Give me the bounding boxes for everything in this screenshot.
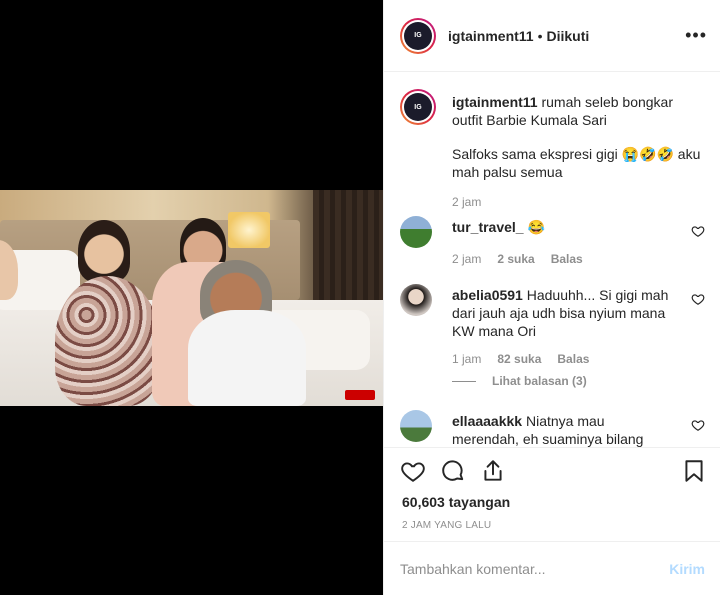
- more-options-icon[interactable]: •••: [685, 26, 707, 44]
- caption-text-2: Salfoks sama ekspresi gigi 😭🤣🤣 aku mah p…: [452, 146, 701, 180]
- like-heart-icon[interactable]: [400, 458, 426, 484]
- share-upload-icon[interactable]: [480, 458, 506, 484]
- comment-bubble-icon[interactable]: [440, 458, 466, 484]
- comment-meta: 2 jam 2 suka Balas: [452, 252, 583, 266]
- comment-time[interactable]: 2 jam: [452, 252, 481, 266]
- add-comment-bar: Kirim: [384, 541, 720, 595]
- like-comment-heart-icon[interactable]: [691, 418, 705, 432]
- caption-time[interactable]: 2 jam: [452, 195, 481, 209]
- author-username[interactable]: igtainment11: [448, 28, 534, 44]
- post-header: IG igtainment11 • Diikuti •••: [384, 0, 720, 72]
- video-person-woman-head: [78, 220, 130, 282]
- comment-avatar[interactable]: [400, 410, 432, 442]
- comment-input[interactable]: [400, 560, 670, 577]
- caption-text-block: igtainment11 rumah seleb bongkar outfit …: [452, 93, 702, 181]
- view-replies-label: Lihat balasan (3): [492, 374, 587, 388]
- replies-divider: [452, 380, 476, 382]
- comment-avatar[interactable]: [400, 216, 432, 248]
- comments-scroll[interactable]: IG igtainment11 rumah seleb bongkar outf…: [384, 73, 720, 447]
- follow-button[interactable]: Diikuti: [547, 28, 590, 44]
- post-actions: 60,603 tayangan 2 JAM YANG LALU: [384, 447, 720, 537]
- header-separator: •: [537, 27, 543, 44]
- comment-username[interactable]: abelia0591: [452, 287, 523, 303]
- like-comment-heart-icon[interactable]: [691, 292, 705, 306]
- comment-username[interactable]: tur_travel_: [452, 219, 524, 235]
- post-panel: IG igtainment11 • Diikuti ••• IG igtainm…: [383, 0, 720, 595]
- comment-likes[interactable]: 2 suka: [497, 252, 534, 266]
- bookmark-icon: [685, 460, 703, 482]
- reply-button[interactable]: Balas: [557, 352, 589, 366]
- video-person-woman-body: [55, 276, 160, 406]
- post-timestamp[interactable]: 2 JAM YANG LALU: [402, 520, 491, 531]
- comment-likes[interactable]: 82 suka: [497, 352, 541, 366]
- view-replies-button[interactable]: Lihat balasan (3): [452, 374, 587, 388]
- author-avatar[interactable]: IG: [400, 17, 436, 54]
- like-comment-heart-icon[interactable]: [691, 224, 705, 238]
- video-person-cap-body: [188, 310, 306, 406]
- action-icons: [400, 458, 506, 484]
- caption-avatar[interactable]: IG: [400, 89, 436, 125]
- caption-username[interactable]: igtainment11: [452, 94, 538, 110]
- video-lamp: [228, 212, 270, 248]
- video-frame[interactable]: [0, 190, 383, 406]
- comment-avatar[interactable]: [400, 284, 432, 316]
- view-count[interactable]: 60,603 tayangan: [402, 494, 510, 510]
- send-comment-button[interactable]: Kirim: [669, 561, 705, 577]
- comment-text: 😂: [527, 219, 545, 235]
- post-media[interactable]: [0, 0, 383, 595]
- reply-button[interactable]: Balas: [551, 252, 583, 266]
- comment-meta: 1 jam 82 suka Balas: [452, 352, 589, 366]
- caption-avatar-logo: IG: [404, 93, 432, 121]
- comment-time[interactable]: 1 jam: [452, 352, 481, 366]
- video-watermark: [345, 390, 375, 400]
- comment-body: tur_travel_ 😂: [452, 218, 672, 236]
- comment-username[interactable]: ellaaaakkk: [452, 413, 522, 429]
- save-button[interactable]: [681, 458, 707, 487]
- comment-body: abelia0591 Haduuhh... Si gigi mah dari j…: [452, 286, 672, 340]
- author-logo: IG: [404, 21, 432, 50]
- comment-body: ellaaaakkk Niatnya mau merendah, eh suam…: [452, 412, 672, 447]
